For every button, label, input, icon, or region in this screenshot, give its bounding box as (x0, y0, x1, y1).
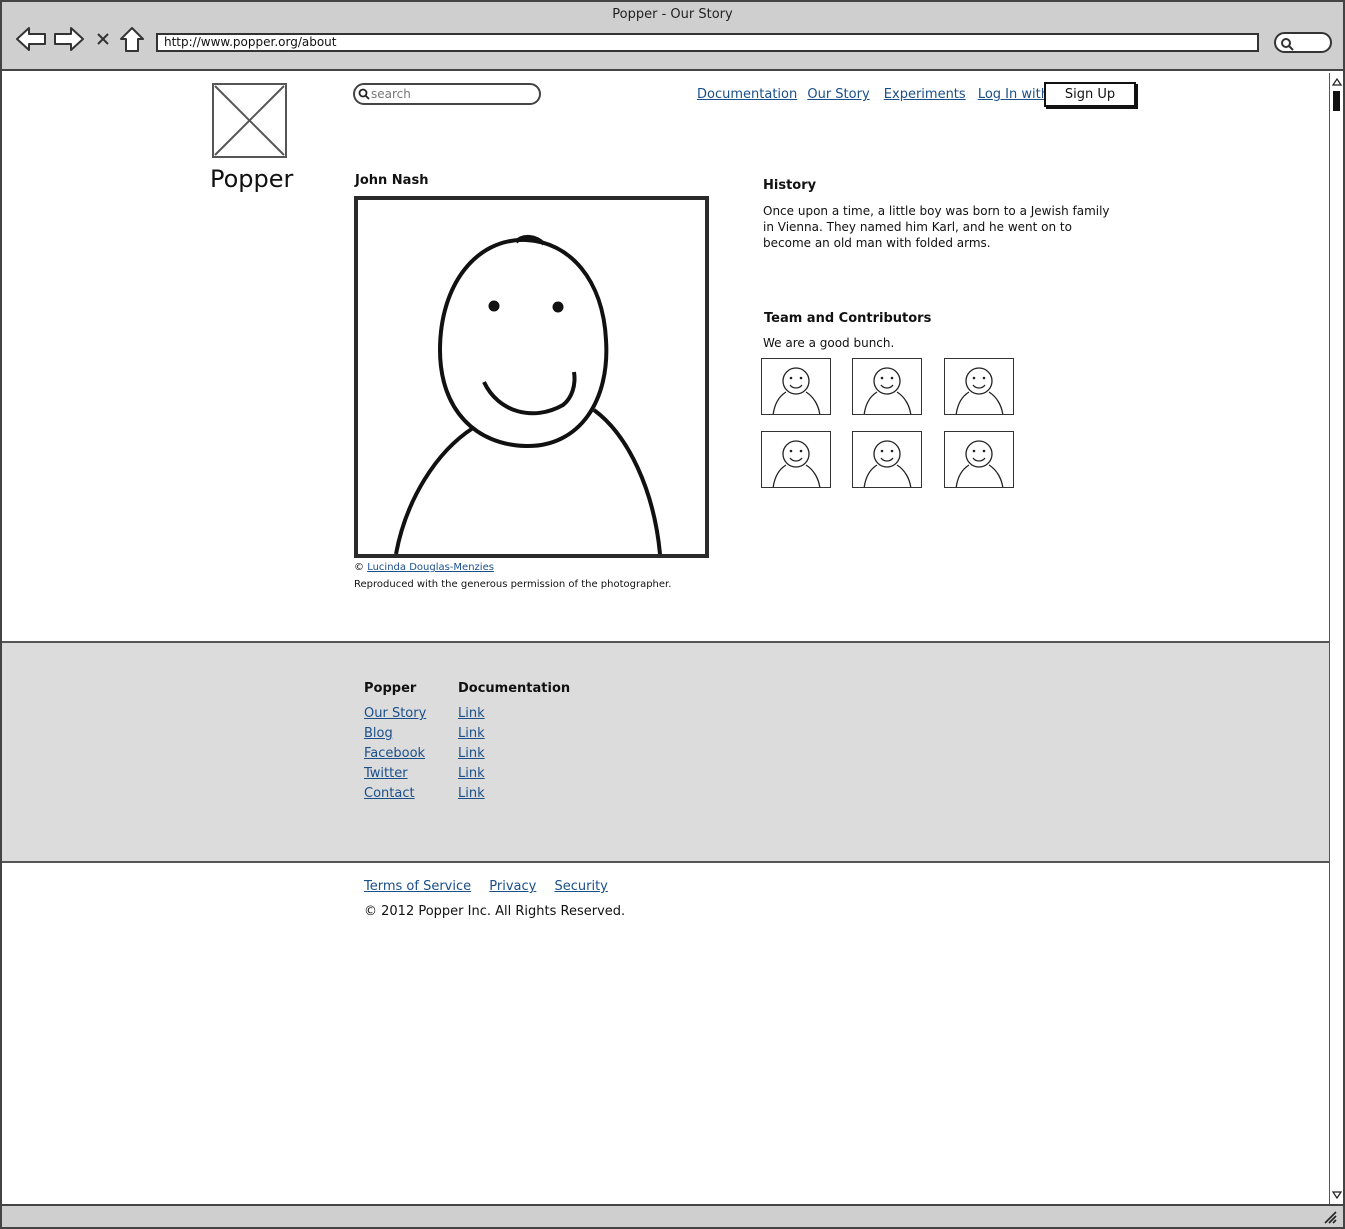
history-heading: History (763, 178, 817, 193)
legal-links: Terms of Service Privacy Security (364, 879, 622, 894)
team-member-avatar[interactable] (852, 358, 922, 415)
scroll-down-arrow-icon[interactable] (1332, 1190, 1342, 1200)
site-footer: Popper Our Story Blog Facebook Twitter C… (2, 641, 1329, 863)
resize-grip-icon[interactable] (1323, 1210, 1337, 1224)
footer-doc-link[interactable]: Link (458, 784, 570, 804)
footer-link-blog[interactable]: Blog (364, 724, 426, 744)
nav-our-story-link[interactable]: Our Story (807, 87, 869, 102)
browser-window: Popper - Our Story http://www.popper.org… (0, 0, 1345, 1229)
footer-column-title: Popper (364, 681, 417, 696)
back-arrow-icon[interactable] (14, 22, 48, 56)
status-bar (2, 1204, 1343, 1227)
nav-documentation-link[interactable]: Documentation (697, 87, 797, 102)
window-title: Popper - Our Story (612, 7, 733, 22)
magnifier-icon (1281, 38, 1294, 51)
team-text: We are a good bunch. (763, 336, 895, 350)
page-viewport: Popper Documentation Our Story Experimen… (2, 73, 1329, 1204)
footer-link-contact[interactable]: Contact (364, 784, 426, 804)
footer-link-twitter[interactable]: Twitter (364, 764, 426, 784)
footer-column-documentation: Documentation Link Link Link Link Link (458, 681, 570, 804)
sign-up-button[interactable]: Sign Up (1044, 82, 1136, 107)
browser-search-field[interactable] (1274, 32, 1332, 53)
footer-doc-link[interactable]: Link (458, 764, 570, 784)
person-name: John Nash (355, 173, 429, 188)
browser-toolbar: Popper - Our Story http://www.popper.org… (2, 2, 1343, 71)
footer-doc-link[interactable]: Link (458, 704, 570, 724)
scroll-up-arrow-icon[interactable] (1332, 77, 1342, 87)
footer-doc-link[interactable]: Link (458, 744, 570, 764)
team-member-avatar[interactable] (761, 358, 831, 415)
logo-image-placeholder[interactable] (212, 83, 287, 158)
address-bar[interactable]: http://www.popper.org/about (156, 33, 1259, 52)
footer-column-title: Documentation (458, 681, 571, 696)
footer-link-our-story[interactable]: Our Story (364, 704, 426, 724)
forward-arrow-icon[interactable] (52, 22, 86, 56)
scrollbar-thumb[interactable] (1333, 91, 1340, 111)
search-input[interactable] (353, 83, 541, 105)
footer-column-popper: Popper Our Story Blog Facebook Twitter C… (364, 681, 426, 804)
search-icon (358, 88, 370, 100)
team-heading: Team and Contributors (764, 311, 932, 326)
team-member-avatar[interactable] (761, 431, 831, 488)
vertical-scrollbar[interactable] (1329, 73, 1343, 1204)
footer-doc-link[interactable]: Link (458, 724, 570, 744)
terms-of-service-link[interactable]: Terms of Service (364, 879, 471, 894)
team-member-avatar[interactable] (944, 431, 1014, 488)
photo-credit: © Lucinda Douglas-Menzies (354, 562, 494, 573)
copyright-text: © 2012 Popper Inc. All Rights Reserved. (364, 904, 626, 919)
portrait-sketch-image (354, 196, 709, 558)
footer-link-facebook[interactable]: Facebook (364, 744, 426, 764)
copyright-symbol: © (354, 562, 364, 573)
privacy-link[interactable]: Privacy (489, 879, 536, 894)
permission-note: Reproduced with the generous permission … (354, 579, 672, 590)
team-member-avatar[interactable] (852, 431, 922, 488)
photographer-link[interactable]: Lucinda Douglas-Menzies (367, 562, 494, 573)
site-logo-text[interactable]: Popper (210, 165, 293, 193)
home-icon[interactable] (115, 22, 149, 56)
security-link[interactable]: Security (554, 879, 607, 894)
history-text: Once upon a time, a little boy was born … (763, 204, 1110, 250)
team-member-avatar[interactable] (944, 358, 1014, 415)
nav-experiments-link[interactable]: Experiments (884, 87, 966, 102)
